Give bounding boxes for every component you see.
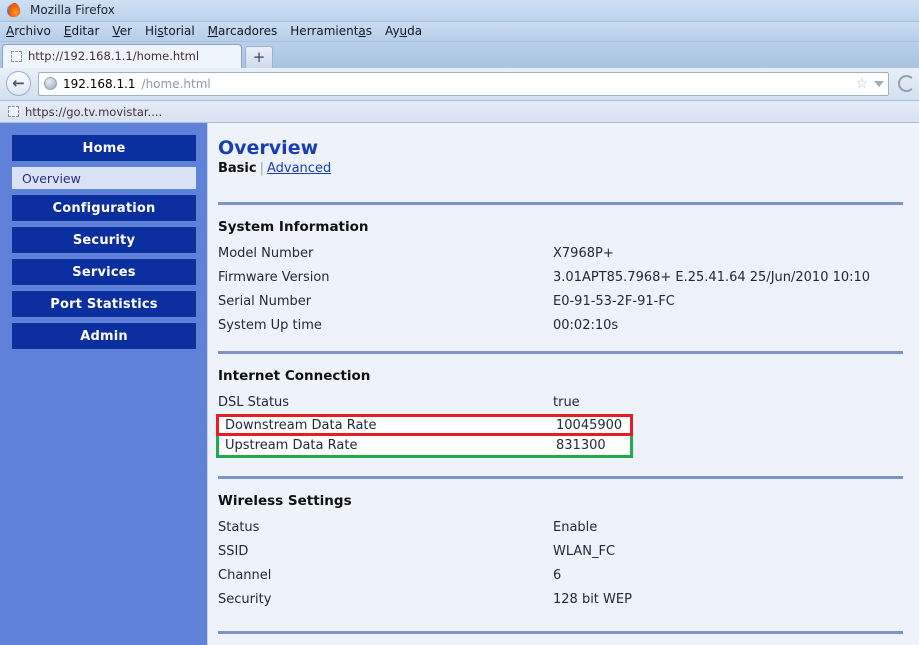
back-arrow-icon: ← xyxy=(12,74,25,93)
tab-strip: http://192.168.1.1/home.html + xyxy=(0,41,919,68)
row-label: Upstream Data Rate xyxy=(225,438,358,454)
reload-icon[interactable] xyxy=(898,75,915,93)
bookmarks-toolbar: https://go.tv.movistar.... xyxy=(0,101,919,124)
table-row: Security 128 bit WEP xyxy=(218,587,903,611)
url-host: 192.168.1.1 xyxy=(63,76,136,91)
sidebar-item-configuration[interactable]: Configuration xyxy=(12,195,196,222)
row-value: 6 xyxy=(553,567,562,583)
row-label: Firmware Version xyxy=(218,269,330,285)
url-bar[interactable]: 192.168.1.1 /home.html ☆ xyxy=(38,71,889,96)
table-row: Firmware Version 3.01APT85.7968+ E.25.41… xyxy=(218,265,903,289)
row-value: 00:02:10s xyxy=(553,317,619,333)
bookmark-star-icon[interactable]: ☆ xyxy=(855,77,868,91)
row-label: Serial Number xyxy=(218,293,312,309)
back-button[interactable]: ← xyxy=(6,71,31,97)
row-label: System Up time xyxy=(218,317,322,333)
browser-tab[interactable]: http://192.168.1.1/home.html xyxy=(2,43,242,68)
sidebar-item-home[interactable]: Home xyxy=(12,135,196,162)
row-value: Enable xyxy=(553,519,598,535)
menu-historial[interactable]: Historial xyxy=(145,24,195,38)
sidebar-item-admin[interactable]: Admin xyxy=(12,323,196,350)
sidebar-item-port-statistics[interactable]: Port Statistics xyxy=(12,291,196,318)
row-label: Status xyxy=(218,519,260,535)
breadcrumb-basic: Basic xyxy=(218,161,257,177)
new-tab-button[interactable]: + xyxy=(245,45,273,68)
highlighted-row-upstream: Upstream Data Rate 831300 xyxy=(216,436,633,459)
section-title-internet-connection: Internet Connection xyxy=(218,368,371,385)
browser-window: Mozilla Firefox Archivo Editar Ver Histo… xyxy=(0,0,919,645)
bookmark-item[interactable]: https://go.tv.movistar.... xyxy=(25,105,162,119)
row-label: Downstream Data Rate xyxy=(225,417,377,433)
row-value: 831300 xyxy=(556,438,606,454)
row-value: 10045900 xyxy=(556,417,623,433)
title-bar: Mozilla Firefox xyxy=(0,0,919,22)
section-title-wireless-settings: Wireless Settings xyxy=(218,493,352,510)
row-label: DSL Status xyxy=(218,394,290,410)
table-row: System Up time 00:02:10s xyxy=(218,313,903,337)
chevron-down-icon[interactable] xyxy=(874,80,884,87)
tab-title: http://192.168.1.1/home.html xyxy=(28,49,200,64)
url-path: /home.html xyxy=(141,76,211,91)
sidebar-item-overview[interactable]: Overview xyxy=(12,167,196,190)
breadcrumb: Basic | Advanced xyxy=(218,161,903,176)
sidebar: Home Overview Configuration Security Ser… xyxy=(0,123,208,645)
navigation-toolbar: ← 192.168.1.1 /home.html ☆ xyxy=(0,67,919,102)
page-title: Overview xyxy=(218,137,319,160)
row-value: E0-91-53-2F-91-FC xyxy=(553,293,675,309)
section-divider xyxy=(218,476,903,480)
placeholder-favicon-icon xyxy=(8,106,19,118)
row-value: true xyxy=(553,394,580,410)
row-label: Channel xyxy=(218,567,272,583)
section-divider xyxy=(218,351,903,355)
row-value: X7968P+ xyxy=(553,245,614,261)
section-divider xyxy=(218,631,903,635)
menu-marcadores[interactable]: Marcadores xyxy=(208,24,278,38)
row-label: Model Number xyxy=(218,245,314,261)
row-value: 128 bit WEP xyxy=(553,591,632,607)
menu-bar: Archivo Editar Ver Historial Marcadores … xyxy=(0,21,919,42)
table-row: Status Enable xyxy=(218,515,903,539)
row-value: WLAN_FC xyxy=(553,543,616,559)
section-divider xyxy=(218,202,903,206)
sidebar-item-services[interactable]: Services xyxy=(12,259,196,286)
table-row: DSL Status true xyxy=(218,390,903,414)
firefox-icon xyxy=(6,2,21,18)
row-label: SSID xyxy=(218,543,249,559)
router-admin-page: Home Overview Configuration Security Ser… xyxy=(0,123,919,645)
table-row: Model Number X7968P+ xyxy=(218,241,903,265)
table-row: Serial Number E0-91-53-2F-91-FC xyxy=(218,289,903,313)
breadcrumb-advanced-link[interactable]: Advanced xyxy=(267,161,331,176)
table-row: SSID WLAN_FC xyxy=(218,539,903,563)
system-information-rows: Model Number X7968P+ Firmware Version 3.… xyxy=(218,241,903,337)
highlighted-row-downstream: Downstream Data Rate 10045900 xyxy=(216,414,633,437)
breadcrumb-separator: | xyxy=(259,161,264,177)
menu-archivo[interactable]: Archivo xyxy=(6,24,51,38)
sidebar-item-security[interactable]: Security xyxy=(12,227,196,254)
row-label: Security xyxy=(218,591,272,607)
menu-ver[interactable]: Ver xyxy=(112,24,132,38)
section-title-system-information: System Information xyxy=(218,219,369,236)
menu-herramientas[interactable]: Herramientas xyxy=(290,24,372,38)
row-value: 3.01APT85.7968+ E.25.41.64 25/Jun/2010 1… xyxy=(553,269,871,285)
window-title: Mozilla Firefox xyxy=(30,3,115,18)
menu-editar[interactable]: Editar xyxy=(64,24,100,38)
internet-connection-rows: DSL Status true Downstream Data Rate 100… xyxy=(216,390,903,459)
wireless-settings-rows: Status Enable SSID WLAN_FC Channel 6 Sec… xyxy=(218,515,903,611)
menu-ayuda[interactable]: Ayuda xyxy=(385,24,422,38)
table-row: Channel 6 xyxy=(218,563,903,587)
globe-icon xyxy=(44,77,57,91)
placeholder-favicon-icon xyxy=(11,50,22,62)
content-area: Overview Basic | Advanced System Informa… xyxy=(208,123,919,645)
